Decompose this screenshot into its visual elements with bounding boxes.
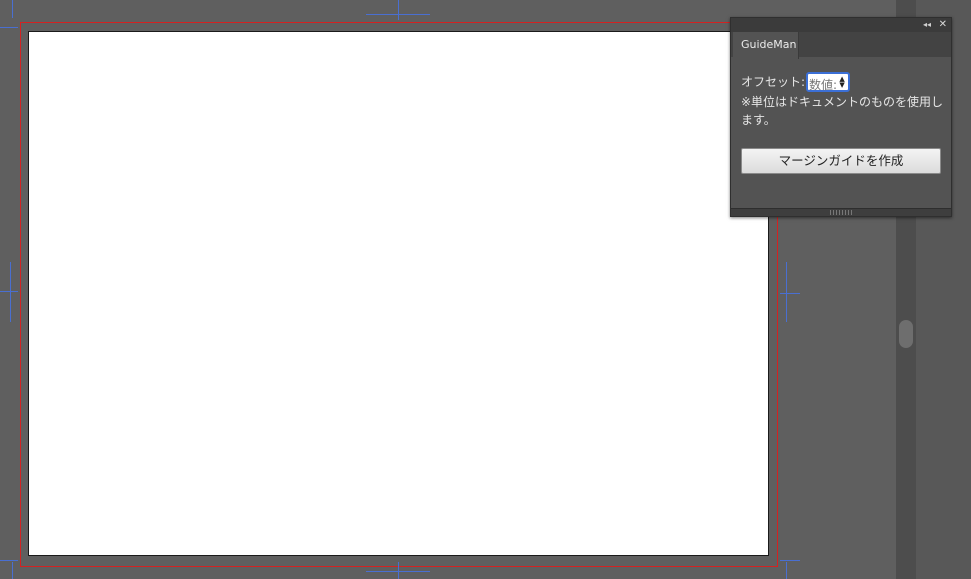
guideman-panel: ◂◂ ✕ GuideMan オフセット: ▲ ▼ ※単位はドキュメントのものを使…	[730, 17, 952, 217]
close-icon[interactable]: ✕	[939, 18, 947, 31]
crop-mark	[786, 262, 787, 322]
crop-mark	[780, 560, 800, 561]
crop-mark	[12, 562, 13, 579]
crop-mark	[398, 562, 399, 579]
tab-guideman[interactable]: GuideMan	[733, 32, 799, 59]
unit-note: ※単位はドキュメントのものを使用します。	[741, 95, 944, 127]
crop-mark	[12, 0, 13, 18]
create-margin-guide-button[interactable]: マージンガイドを作成	[741, 148, 941, 174]
offset-label: オフセット:	[741, 75, 806, 89]
offset-input[interactable]	[808, 77, 839, 93]
panel-body: オフセット: ▲ ▼ ※単位はドキュメントのものを使用します。 マージンガイドを…	[731, 58, 951, 206]
scrollbar-thumb[interactable]	[899, 320, 913, 348]
double-left-arrow-icon[interactable]: ◂◂	[923, 19, 931, 31]
crop-mark	[398, 0, 399, 20]
offset-row: オフセット: ▲ ▼	[741, 72, 851, 93]
panel-footer	[731, 208, 951, 216]
crop-mark	[780, 293, 800, 294]
panel-titlebar[interactable]: ◂◂ ✕	[731, 18, 951, 32]
artboard[interactable]	[28, 31, 769, 556]
crop-mark	[0, 27, 18, 28]
crop-mark	[786, 562, 787, 579]
crop-mark	[10, 262, 11, 322]
spinner-arrows-icon[interactable]: ▲ ▼	[838, 76, 846, 89]
offset-field[interactable]: ▲ ▼	[806, 72, 851, 93]
resize-grip[interactable]	[830, 210, 852, 215]
crop-mark	[0, 560, 18, 561]
stepper-down-icon[interactable]: ▼	[838, 82, 846, 89]
crop-mark	[0, 291, 18, 292]
panel-tab-bar: GuideMan	[731, 32, 951, 59]
